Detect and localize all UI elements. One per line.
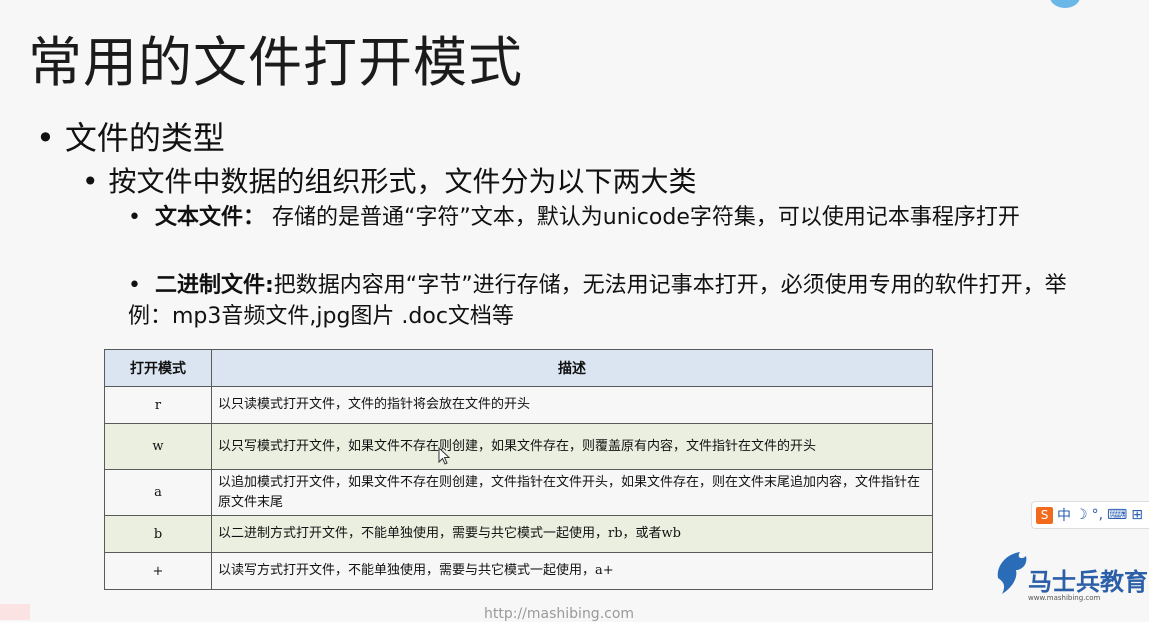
desc-cell: 以追加模式打开文件，如果文件不存在则创建，文件指针在文件开头，如果文件存在，则在… bbox=[211, 469, 933, 516]
binary-file-label: 二进制文件: bbox=[154, 273, 274, 298]
sogou-logo-icon: S bbox=[1036, 506, 1053, 524]
mode-cell: w bbox=[104, 423, 212, 470]
mode-cell: + bbox=[104, 552, 212, 590]
bullet-level1: • 文件的类型 bbox=[36, 113, 225, 159]
text-file-label: 文本文件： bbox=[154, 205, 265, 230]
corner-decoration bbox=[0, 604, 30, 620]
ime-mode-label[interactable]: 中 bbox=[1057, 505, 1071, 525]
horse-icon bbox=[997, 552, 1027, 594]
header-mode: 打开模式 bbox=[104, 349, 212, 387]
mode-cell: b bbox=[104, 515, 212, 553]
table-row: + 以读写方式打开文件，不能单独使用，需要与共它模式一起使用，a+ bbox=[104, 552, 933, 590]
brand-url: www.mashibing.com bbox=[1028, 594, 1101, 602]
bullet-dot: • bbox=[128, 205, 141, 230]
bullet-level2: • 按文件中数据的组织形式，文件分为以下两大类 bbox=[82, 160, 697, 200]
text-file-desc: 存储的是普通“字符”文本，默认为unicode字符集，可以使用记本事程序打开 bbox=[272, 205, 1020, 230]
table-row: a 以追加模式打开文件，如果文件不存在则创建，文件指针在文件开头，如果文件存在，… bbox=[104, 469, 933, 516]
table-row: w 以只写模式打开文件，如果文件不存在则创建，如果文件存在，则覆盖原有内容，文件… bbox=[104, 423, 933, 470]
moon-icon[interactable]: ☽ bbox=[1075, 507, 1088, 523]
grid-icon[interactable]: ⊞ bbox=[1131, 507, 1143, 523]
keyboard-icon[interactable]: ⌨ bbox=[1107, 507, 1127, 523]
desc-cell: 以二进制方式打开文件，不能单独使用，需要与共它模式一起使用，rb，或者wb bbox=[211, 515, 933, 553]
mouse-cursor-icon bbox=[438, 446, 451, 469]
desc-cell: 以只写模式打开文件，如果文件不存在则创建，如果文件存在，则覆盖原有内容，文件指针… bbox=[211, 423, 933, 470]
desc-cell: 以只读模式打开文件，文件的指针将会放在文件的开头 bbox=[211, 386, 933, 424]
page-title: 常用的文件打开模式 bbox=[28, 31, 523, 94]
file-mode-table: 打开模式 描述 r 以只读模式打开文件，文件的指针将会放在文件的开头 w 以只写… bbox=[104, 349, 933, 590]
mode-cell: a bbox=[104, 469, 212, 516]
brand-logo: 马士兵教育 www.mashibing.com bbox=[992, 548, 1149, 610]
bullet-text: 按文件中数据的组织形式，文件分为以下两大类 bbox=[108, 165, 697, 198]
table-header-row: 打开模式 描述 bbox=[104, 349, 933, 387]
table-row: b 以二进制方式打开文件，不能单独使用，需要与共它模式一起使用，rb，或者wb bbox=[104, 515, 933, 553]
app-icon bbox=[1050, 0, 1080, 8]
bullet-dot: • bbox=[36, 119, 55, 157]
mode-cell: r bbox=[104, 386, 212, 424]
desc-cell: 以读写方式打开文件，不能单独使用，需要与共它模式一起使用，a+ bbox=[211, 552, 933, 590]
bullet-text: 文件的类型 bbox=[64, 119, 225, 157]
bullet-text-file: • 文本文件： 存储的是普通“字符”文本，默认为unicode字符集，可以使用记本… bbox=[128, 202, 1088, 233]
header-desc: 描述 bbox=[211, 349, 933, 387]
bullet-binary-file: • 二进制文件:把数据内容用“字节”进行存储，无法用记事本打开，必须使用专用的软件… bbox=[128, 270, 1088, 332]
bullet-dot: • bbox=[82, 165, 99, 198]
brand-name: 马士兵教育 bbox=[1028, 568, 1148, 596]
ime-toolbar[interactable]: S 中 ☽ °, ⌨ ⊞ bbox=[1031, 501, 1149, 529]
table-row: r 以只读模式打开文件，文件的指针将会放在文件的开头 bbox=[104, 386, 933, 424]
slide: 常用的文件打开模式 • 文件的类型 • 按文件中数据的组织形式，文件分为以下两大类 … bbox=[0, 0, 1149, 622]
bullet-dot: • bbox=[128, 273, 141, 298]
punctuation-icon[interactable]: °, bbox=[1092, 507, 1103, 523]
